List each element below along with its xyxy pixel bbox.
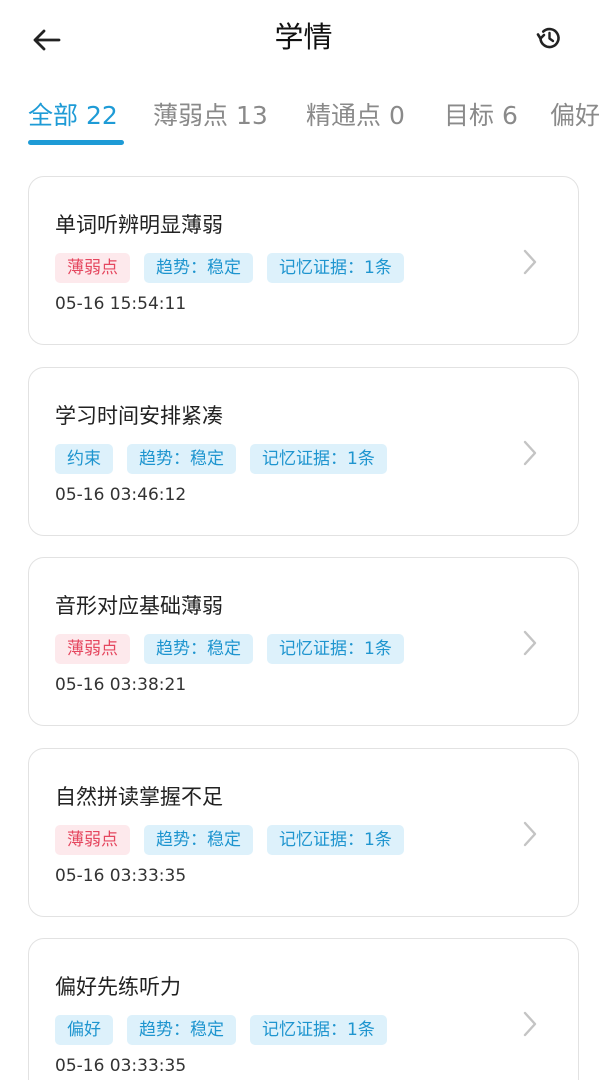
tab-preferences[interactable]: 偏好 <box>550 96 600 132</box>
type-tag: 薄弱点 <box>55 825 130 855</box>
tab-weak-points[interactable]: 薄弱点 13 <box>153 96 268 132</box>
item-timestamp: 05-16 03:46:12 <box>55 485 187 505</box>
item-timestamp: 05-16 03:33:35 <box>55 866 187 886</box>
chevron-right-icon <box>523 630 537 656</box>
trend-tag: 趋势：稳定 <box>127 444 236 474</box>
evidence-tag: 记忆证据：1条 <box>267 253 404 283</box>
evidence-tag: 记忆证据：1条 <box>250 444 387 474</box>
trend-tag: 趋势：稳定 <box>144 253 253 283</box>
list-item[interactable]: 单词听辨明显薄弱 薄弱点 趋势：稳定 记忆证据：1条 05-16 15:54:1… <box>28 176 579 345</box>
trend-tag: 趋势：稳定 <box>144 634 253 664</box>
type-tag: 薄弱点 <box>55 634 130 664</box>
evidence-tag: 记忆证据：1条 <box>250 1015 387 1045</box>
evidence-tag: 记忆证据：1条 <box>267 634 404 664</box>
history-icon <box>536 27 560 49</box>
category-tabs: 全部 22 薄弱点 13 精通点 0 目标 6 偏好 <box>0 96 607 152</box>
item-tags: 薄弱点 趋势：稳定 记忆证据：1条 <box>55 253 404 283</box>
item-tags: 约束 趋势：稳定 记忆证据：1条 <box>55 444 387 474</box>
active-tab-indicator <box>28 140 124 145</box>
item-timestamp: 05-16 15:54:11 <box>55 294 187 314</box>
list-item[interactable]: 学习时间安排紧凑 约束 趋势：稳定 记忆证据：1条 05-16 03:46:12 <box>28 367 579 536</box>
item-title: 学习时间安排紧凑 <box>55 404 223 428</box>
chevron-right-icon <box>523 249 537 275</box>
tab-all[interactable]: 全部 22 <box>28 96 118 132</box>
chevron-right-icon <box>523 440 537 466</box>
trend-tag: 趋势：稳定 <box>144 825 253 855</box>
list-item[interactable]: 自然拼读掌握不足 薄弱点 趋势：稳定 记忆证据：1条 05-16 03:33:3… <box>28 748 579 917</box>
type-tag: 薄弱点 <box>55 253 130 283</box>
item-timestamp: 05-16 03:38:21 <box>55 675 187 695</box>
item-tags: 偏好 趋势：稳定 记忆证据：1条 <box>55 1015 387 1045</box>
item-title: 音形对应基础薄弱 <box>55 594 223 618</box>
item-title: 自然拼读掌握不足 <box>55 785 223 809</box>
item-tags: 薄弱点 趋势：稳定 记忆证据：1条 <box>55 825 404 855</box>
type-tag: 约束 <box>55 444 113 474</box>
item-timestamp: 05-16 03:33:35 <box>55 1056 187 1076</box>
item-tags: 薄弱点 趋势：稳定 记忆证据：1条 <box>55 634 404 664</box>
page-title: 学情 <box>274 20 333 54</box>
tab-mastered-points[interactable]: 精通点 0 <box>306 96 405 132</box>
evidence-tag: 记忆证据：1条 <box>267 825 404 855</box>
history-button[interactable] <box>529 18 569 58</box>
type-tag: 偏好 <box>55 1015 113 1045</box>
chevron-right-icon <box>523 1011 537 1037</box>
chevron-right-icon <box>523 821 537 847</box>
app-header: 学情 <box>0 0 607 78</box>
tab-goals[interactable]: 目标 6 <box>444 96 518 132</box>
item-title: 偏好先练听力 <box>55 975 181 999</box>
list-item[interactable]: 偏好先练听力 偏好 趋势：稳定 记忆证据：1条 05-16 03:33:35 <box>28 938 579 1080</box>
trend-tag: 趋势：稳定 <box>127 1015 236 1045</box>
list-item[interactable]: 音形对应基础薄弱 薄弱点 趋势：稳定 记忆证据：1条 05-16 03:38:2… <box>28 557 579 726</box>
item-title: 单词听辨明显薄弱 <box>55 213 223 237</box>
